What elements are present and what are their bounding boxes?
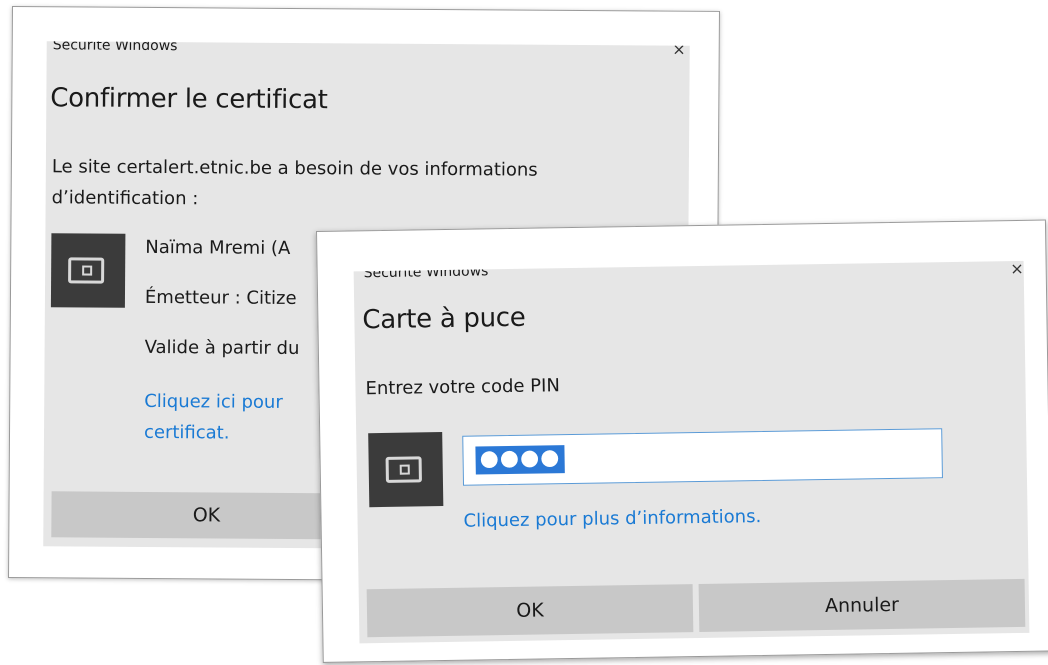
certificate-validity: Valide à partir du bbox=[144, 336, 300, 360]
pin-input[interactable]: ●●●● bbox=[462, 428, 943, 486]
close-icon[interactable]: × bbox=[672, 41, 686, 58]
window-title: Sécurité Windows bbox=[52, 41, 178, 55]
certificate-name[interactable]: Naïma Mremi (A bbox=[145, 232, 290, 264]
dialog-title: Carte à puce bbox=[362, 302, 526, 336]
dialog-description: Le site certalert.etnic.be a besoin de v… bbox=[51, 156, 538, 210]
smart-card-pin-dialog-body: Sécurité Windows × Carte à puce Entrez v… bbox=[353, 260, 1030, 644]
certificate-details-link[interactable]: Cliquez ici pour certificat. bbox=[144, 386, 324, 449]
smart-card-icon bbox=[50, 233, 126, 308]
ok-button[interactable]: OK bbox=[366, 584, 694, 638]
screenshot-canvas: Sécurité Windows × Confirmer le certific… bbox=[0, 0, 1048, 665]
smart-card-icon bbox=[368, 432, 444, 508]
certificate-issuer: Émetteur : Citize bbox=[144, 286, 297, 309]
pin-input-value: ●●●● bbox=[475, 445, 565, 475]
smart-card-pin-dialog: Sécurité Windows × Carte à puce Entrez v… bbox=[316, 219, 1048, 663]
cancel-button[interactable]: Annuler bbox=[698, 578, 1026, 633]
dialog-title: Confirmer le certificat bbox=[50, 83, 328, 116]
ok-button[interactable]: OK bbox=[51, 491, 362, 540]
close-icon[interactable]: × bbox=[1010, 261, 1024, 278]
pin-prompt-label: Entrez votre code PIN bbox=[365, 375, 560, 400]
window-title: Sécurité Windows bbox=[363, 263, 489, 282]
more-info-link[interactable]: Cliquez pour plus d’informations. bbox=[463, 501, 761, 537]
